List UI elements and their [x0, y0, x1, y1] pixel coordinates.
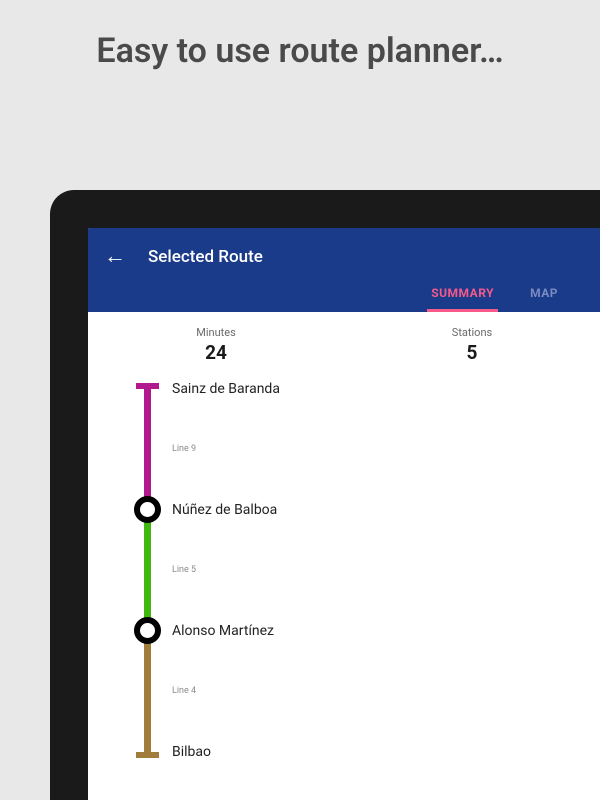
stat-minutes: Minutes 24: [88, 326, 344, 364]
stat-stations: Stations 5: [344, 326, 600, 364]
back-arrow-icon[interactable]: ←: [104, 246, 126, 268]
line-label-2: Line 4: [172, 686, 196, 696]
stat-minutes-label: Minutes: [88, 326, 344, 339]
station-label-2: Alonso Martínez: [172, 623, 274, 639]
promo-heading: Easy to use route planner…: [0, 0, 600, 93]
app-screen: ← Selected Route SUMMARY MAP Minutes 24 …: [88, 228, 600, 800]
line-segment-2: [144, 510, 151, 631]
tab-summary[interactable]: SUMMARY: [431, 286, 494, 312]
station-label-3: Bilbao: [172, 744, 211, 760]
line-label-1: Line 5: [172, 565, 196, 575]
transfer-stop-icon: [134, 496, 161, 523]
tab-map[interactable]: MAP: [530, 286, 558, 312]
route-diagram: Sainz de Baranda Line 9 Núñez de Balboa …: [88, 382, 600, 800]
stat-stations-value: 5: [344, 341, 600, 364]
stat-stations-label: Stations: [344, 326, 600, 339]
device-frame: ← Selected Route SUMMARY MAP Minutes 24 …: [50, 190, 600, 800]
station-label-1: Núñez de Balboa: [172, 502, 277, 518]
route-stats: Minutes 24 Stations 5: [88, 312, 600, 382]
tab-bar: SUMMARY MAP: [104, 286, 584, 312]
line-segment-1: [144, 389, 151, 510]
line-label-0: Line 9: [172, 444, 196, 454]
terminal-cap-end: [136, 752, 159, 758]
app-bar: ← Selected Route SUMMARY MAP: [88, 228, 600, 312]
line-segment-3: [144, 631, 151, 752]
page-title: Selected Route: [148, 247, 263, 267]
station-label-0: Sainz de Baranda: [172, 381, 280, 397]
transfer-stop-icon: [134, 617, 161, 644]
stat-minutes-value: 24: [88, 341, 344, 364]
